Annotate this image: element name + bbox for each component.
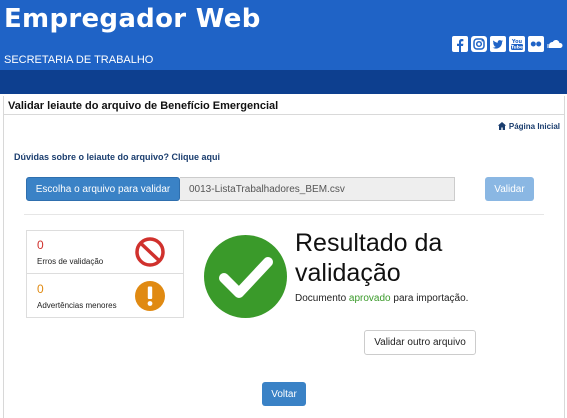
svg-text:Tube: Tube <box>511 45 523 51</box>
result-message-suffix: para importação. <box>390 293 469 304</box>
result-message: Documento aprovado para importação. <box>295 293 468 304</box>
twitter-icon[interactable] <box>490 36 506 52</box>
title-divider <box>4 114 564 115</box>
result-title: Resultado da validação <box>295 229 443 287</box>
panel-title: Validar leiaute do arquivo de Benefício … <box>8 100 279 112</box>
errors-count: 0 <box>37 238 44 252</box>
site-title: Empregador Web <box>4 4 261 34</box>
validate-other-file-button[interactable]: Validar outro arquivo <box>364 330 476 355</box>
success-check-icon <box>204 235 287 318</box>
file-name-field[interactable]: 0013-ListaTrabalhadores_BEM.csv <box>180 177 455 201</box>
home-link[interactable]: Página Inicial <box>497 121 560 131</box>
home-link-label: Página Inicial <box>508 121 560 131</box>
section-divider <box>24 214 544 215</box>
validate-button[interactable]: Validar <box>485 177 534 201</box>
site-header: Empregador Web SECRETARIA DE TRABALHO Yo… <box>0 0 567 70</box>
validation-stats: 0 Erros de validação 0 Advertências meno… <box>26 230 184 318</box>
choose-file-button[interactable]: Escolha o arquivo para validar <box>26 177 180 201</box>
home-icon <box>497 122 507 130</box>
result-message-prefix: Documento <box>295 293 349 304</box>
facebook-icon[interactable] <box>452 36 468 52</box>
errors-label: Erros de validação <box>37 257 104 266</box>
flickr-icon[interactable] <box>528 36 544 52</box>
warnings-count: 0 <box>37 282 44 296</box>
errors-row: 0 Erros de validação <box>27 231 183 274</box>
exclamation-icon <box>135 281 165 311</box>
layout-help-link[interactable]: Dúvidas sobre o leiaute do arquivo? Cliq… <box>14 152 220 162</box>
warnings-row: 0 Advertências menores <box>27 275 183 318</box>
result-status: aprovado <box>348 293 391 304</box>
navigation-bar <box>0 70 567 94</box>
social-links: You Tube <box>452 36 563 52</box>
youtube-icon[interactable]: You Tube <box>509 36 525 52</box>
validation-panel: Validar leiaute do arquivo de Benefício … <box>3 96 565 418</box>
warnings-label: Advertências menores <box>37 301 117 310</box>
prohibited-icon <box>135 237 165 267</box>
back-button[interactable]: Voltar <box>262 382 306 406</box>
soundcloud-icon[interactable] <box>547 36 563 52</box>
instagram-icon[interactable] <box>471 36 487 52</box>
site-subtitle: SECRETARIA DE TRABALHO <box>4 54 154 66</box>
